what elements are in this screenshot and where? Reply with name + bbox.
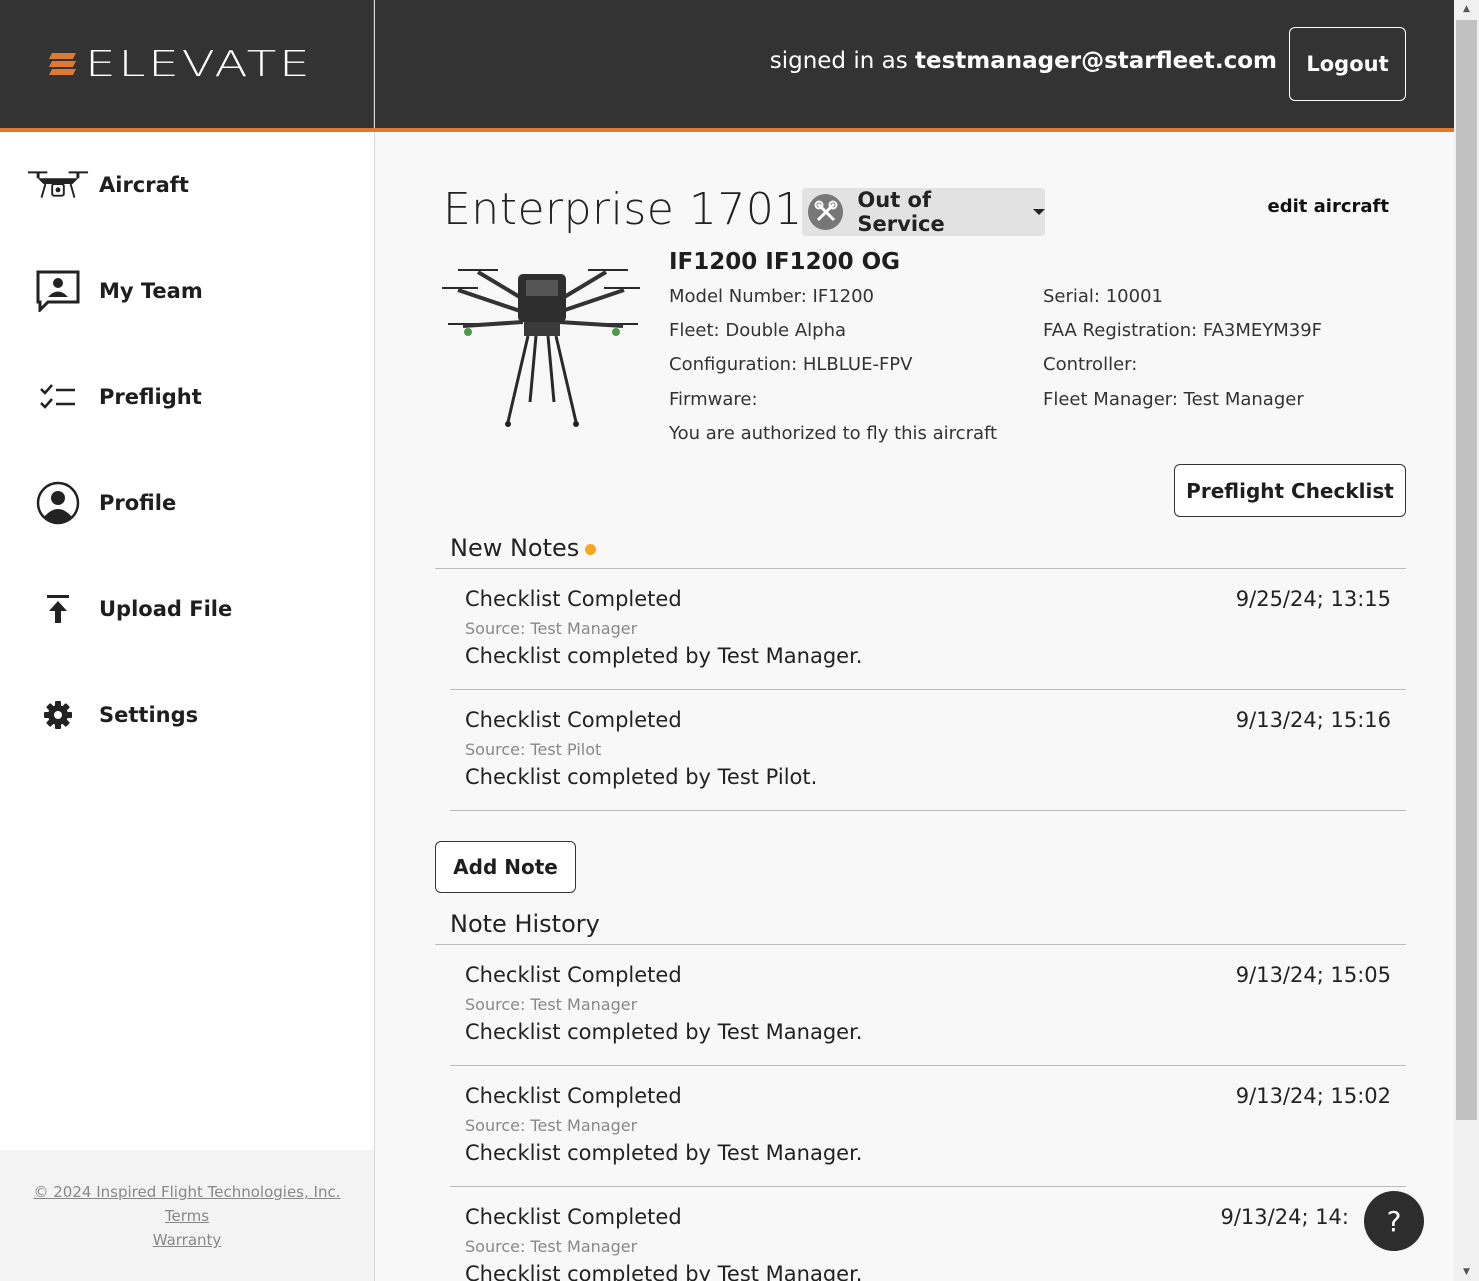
- sidebar: ELEVATE Aircraft My Team Preflight Profi…: [0, 0, 375, 1281]
- note-title: Checklist Completed: [465, 963, 682, 987]
- note-source: Source: Test Manager: [465, 619, 638, 638]
- terms-link[interactable]: Terms: [0, 1204, 374, 1228]
- note-date: 9/25/24; 13:15: [1235, 587, 1391, 611]
- sidebar-item-label: My Team: [99, 279, 203, 303]
- note-source: Source: Test Manager: [465, 1116, 638, 1135]
- signed-in-prefix: signed in as: [769, 48, 908, 74]
- note-date: 9/13/24; 15:05: [1235, 963, 1391, 987]
- sidebar-item-label: Profile: [99, 491, 177, 515]
- note-item: Checklist Completed 9/13/24; 15:02 Sourc…: [450, 1066, 1406, 1187]
- note-source: Source: Test Manager: [465, 1237, 638, 1256]
- sidebar-item-label: Aircraft: [99, 173, 189, 197]
- upload-icon: [26, 585, 90, 633]
- top-header: signed in as testmanager@starfleet.com L…: [375, 0, 1454, 128]
- logo-text: ELEVATE: [85, 43, 313, 85]
- note-item: Checklist Completed 9/13/24; 15:05 Sourc…: [450, 945, 1406, 1066]
- note-title: Checklist Completed: [465, 1205, 682, 1229]
- page-scrollbar[interactable]: ▲ ▼: [1454, 0, 1479, 1281]
- signed-in-text: signed in as testmanager@starfleet.com: [770, 48, 1277, 74]
- controller: Controller:: [1043, 354, 1138, 375]
- drone-icon: [26, 161, 90, 209]
- gear-icon: [26, 691, 90, 739]
- add-note-button[interactable]: Add Note: [435, 841, 576, 893]
- note-body: Checklist completed by Test Manager.: [465, 644, 863, 668]
- sidebar-item-label: Settings: [99, 703, 199, 727]
- user-circle-icon: [26, 479, 90, 527]
- authorization-text: You are authorized to fly this aircraft: [669, 423, 998, 444]
- note-source: Source: Test Manager: [465, 995, 638, 1014]
- aircraft-detail: Enterprise 1701 Out of Service edit airc…: [375, 132, 1454, 1281]
- note-title: Checklist Completed: [465, 587, 682, 611]
- sidebar-footer: © 2024 Inspired Flight Technologies, Inc…: [0, 1150, 374, 1281]
- note-title: Checklist Completed: [465, 708, 682, 732]
- note-date: 9/13/24; 15:02: [1235, 1084, 1391, 1108]
- team-chat-icon: [26, 267, 90, 315]
- edit-aircraft-link[interactable]: edit aircraft: [1268, 196, 1389, 217]
- note-body: Checklist completed by Test Manager.: [465, 1020, 863, 1044]
- note-item: Checklist Completed 9/13/24; 14: Source:…: [450, 1187, 1406, 1281]
- firmware: Firmware:: [669, 389, 758, 410]
- note-source: Source: Test Pilot: [465, 740, 602, 759]
- checklist-icon: [26, 373, 90, 421]
- faa-registration: FAA Registration: FA3MEYM39F: [1043, 320, 1323, 341]
- sidebar-item-preflight[interactable]: Preflight: [0, 344, 374, 450]
- logout-button[interactable]: Logout: [1289, 27, 1406, 101]
- serial: Serial: 10001: [1043, 286, 1163, 307]
- note-history-heading: Note History: [450, 910, 600, 938]
- configuration: Configuration: HLBLUE-FPV: [669, 354, 913, 375]
- unread-dot-icon: [585, 543, 597, 555]
- scroll-up-arrow-icon[interactable]: ▲: [1454, 0, 1479, 18]
- sidebar-item-settings[interactable]: Settings: [0, 662, 374, 768]
- wrench-screwdriver-icon: [808, 194, 844, 230]
- status-label: Out of Service: [857, 188, 945, 236]
- warranty-link[interactable]: Warranty: [0, 1228, 374, 1252]
- user-email: testmanager@starfleet.com: [915, 48, 1277, 74]
- new-notes-heading: New Notes: [450, 534, 597, 562]
- elevate-logo[interactable]: ELEVATE: [49, 44, 323, 85]
- note-body: Checklist completed by Test Pilot.: [465, 765, 818, 789]
- note-body: Checklist completed by Test Manager.: [465, 1262, 863, 1281]
- note-date: 9/13/24; 14:: [1220, 1205, 1349, 1229]
- sidebar-nav: Aircraft My Team Preflight Profile Uploa…: [0, 132, 374, 768]
- model-title: IF1200 IF1200 OG: [669, 249, 901, 275]
- logo-bar: ELEVATE: [0, 0, 374, 128]
- note-title: Checklist Completed: [465, 1084, 682, 1108]
- scrollbar-thumb[interactable]: [1456, 20, 1477, 1120]
- chevron-down-icon: [1033, 209, 1045, 215]
- fleet: Fleet: Double Alpha: [669, 320, 847, 341]
- new-notes-title: New Notes: [450, 534, 580, 562]
- note-item: Checklist Completed 9/25/24; 13:15 Sourc…: [450, 569, 1406, 690]
- scroll-down-arrow-icon[interactable]: ▼: [1454, 1263, 1479, 1281]
- help-button[interactable]: ?: [1364, 1191, 1424, 1251]
- sidebar-item-upload-file[interactable]: Upload File: [0, 556, 374, 662]
- sidebar-item-label: Preflight: [99, 385, 202, 409]
- sidebar-item-aircraft[interactable]: Aircraft: [0, 132, 374, 238]
- sidebar-item-profile[interactable]: Profile: [0, 450, 374, 556]
- note-item: Checklist Completed 9/13/24; 15:16 Sourc…: [450, 690, 1406, 811]
- preflight-checklist-button[interactable]: Preflight Checklist: [1174, 464, 1406, 517]
- page-title: Enterprise 1701: [443, 184, 803, 235]
- aircraft-image: [438, 262, 644, 432]
- logo-mark-icon: [49, 53, 77, 75]
- fleet-manager: Fleet Manager: Test Manager: [1043, 389, 1304, 410]
- model-number: Model Number: IF1200: [669, 286, 875, 307]
- status-dropdown[interactable]: Out of Service: [802, 188, 1045, 236]
- sidebar-item-label: Upload File: [99, 597, 233, 621]
- sidebar-item-my-team[interactable]: My Team: [0, 238, 374, 344]
- copyright-link[interactable]: © 2024 Inspired Flight Technologies, Inc…: [0, 1180, 374, 1204]
- note-date: 9/13/24; 15:16: [1235, 708, 1391, 732]
- note-body: Checklist completed by Test Manager.: [465, 1141, 863, 1165]
